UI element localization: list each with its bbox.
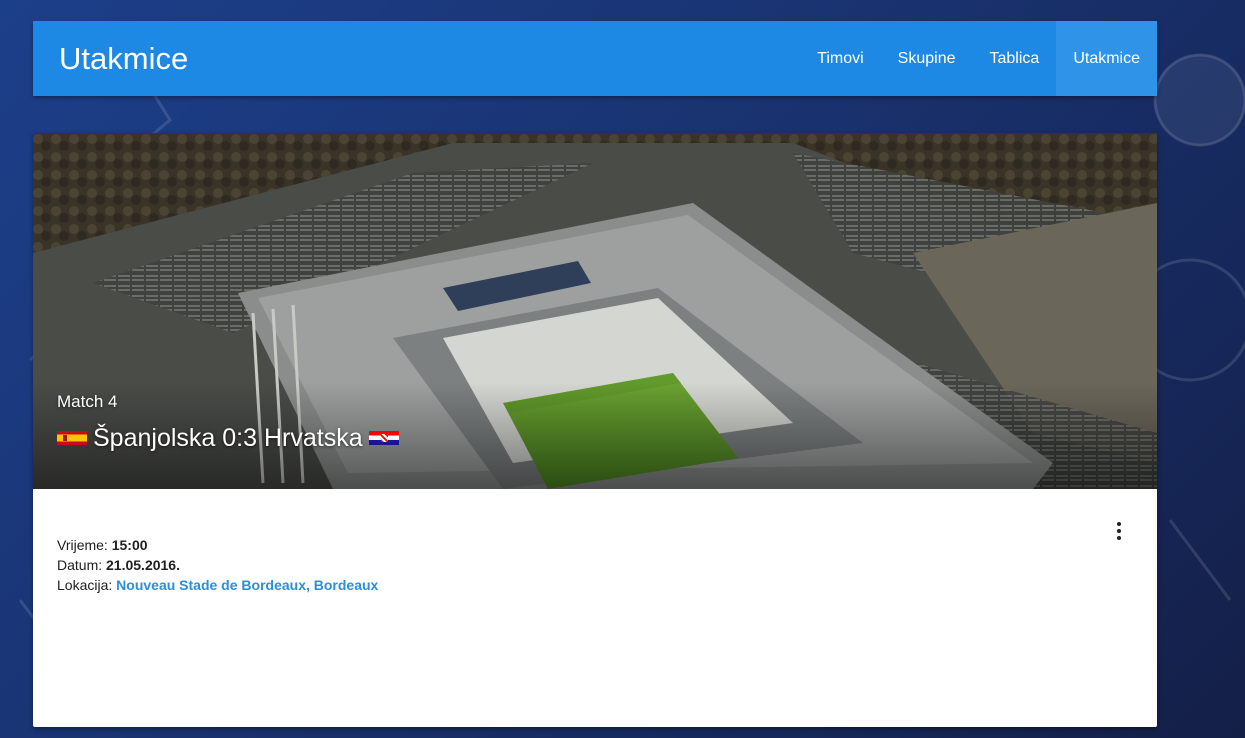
nav-item-utakmice[interactable]: Utakmice [1056, 21, 1157, 96]
match-score: 0:3 [222, 424, 258, 452]
home-team: Španjolska [93, 424, 216, 452]
time-row: Vrijeme: 15:00 [57, 535, 378, 555]
nav-item-tablica[interactable]: Tablica [973, 21, 1057, 96]
time-value: 15:00 [111, 537, 148, 553]
location-label: Lokacija: [57, 577, 113, 593]
croatia-flag-icon [368, 431, 399, 445]
match-number: Match 4 [57, 392, 118, 411]
page-title: Utakmice [59, 41, 189, 76]
nav-item-skupine[interactable]: Skupine [881, 21, 973, 96]
app-bar: Utakmice Timovi Skupine Tablica Utakmice [33, 21, 1157, 96]
more-vert-icon[interactable] [1107, 519, 1131, 543]
spain-flag-icon [57, 431, 87, 445]
match-details: Vrijeme: 15:00 Datum: 21.05.2016. Lokaci… [57, 535, 378, 595]
time-label: Vrijeme: [57, 537, 108, 553]
main-nav: Timovi Skupine Tablica Utakmice [800, 21, 1157, 96]
nav-item-timovi[interactable]: Timovi [800, 21, 881, 96]
match-title: Španjolska 0:3 Hrvatska [57, 423, 399, 453]
match-card: Match 4 Španjolska 0:3 Hrvatska Vrijeme:… [33, 133, 1157, 727]
stadium-image: Match 4 Španjolska 0:3 Hrvatska [33, 133, 1157, 489]
match-headline: Match 4 Španjolska 0:3 Hrvatska [57, 391, 399, 453]
date-row: Datum: 21.05.2016. [57, 555, 378, 575]
location-link[interactable]: Nouveau Stade de Bordeaux, Bordeaux [116, 577, 378, 593]
date-label: Datum: [57, 557, 103, 573]
date-value: 21.05.2016. [106, 557, 180, 573]
location-row: Lokacija: Nouveau Stade de Bordeaux, Bor… [57, 575, 378, 595]
away-team: Hrvatska [263, 424, 363, 452]
